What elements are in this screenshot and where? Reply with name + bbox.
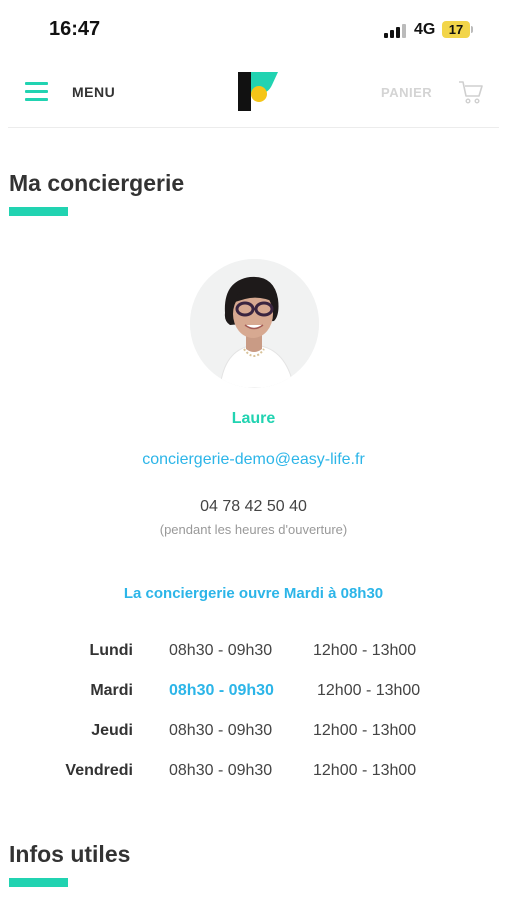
menu-label[interactable]: MENU [72, 84, 115, 100]
infos-underline [9, 878, 68, 887]
section-title-infos: Infos utiles [9, 841, 131, 867]
schedule-day: Jeudi [91, 722, 133, 739]
schedule-afternoon-slot: 12h00 - 13h00 [313, 722, 417, 739]
battery-tip [471, 26, 473, 33]
concierge-avatar [190, 259, 319, 388]
concierge-phone[interactable]: 04 78 42 50 40 [0, 498, 507, 516]
schedule-day: Mardi [90, 682, 133, 699]
schedule-afternoon-slot: 12h00 - 13h00 [317, 682, 421, 699]
schedule-morning-slot: 08h30 - 09h30 [169, 762, 273, 779]
title-underline [9, 207, 68, 216]
schedule-morning-slot: 08h30 - 09h30 [169, 722, 273, 739]
status-time: 16:47 [49, 18, 101, 40]
schedule-morning-slot-highlighted: 08h30 - 09h30 [169, 682, 274, 699]
concierge-name: Laure [231, 410, 276, 427]
header-divider [8, 127, 499, 128]
network-type: 4G [414, 21, 436, 38]
shopping-cart-icon[interactable] [458, 79, 484, 105]
battery-icon: 17 [442, 21, 470, 38]
brand-logo[interactable] [238, 72, 280, 114]
phone-hours-note: (pendant les heures d'ouverture) [159, 522, 348, 537]
page-title: Ma conciergerie [9, 170, 185, 196]
schedule-day: Vendredi [65, 762, 133, 779]
schedule-day: Lundi [89, 642, 133, 659]
concierge-email-link[interactable]: conciergerie-demo@easy-life.fr [0, 451, 507, 469]
cart-label[interactable]: PANIER [381, 85, 432, 100]
hamburger-icon[interactable] [25, 80, 48, 102]
signal-icon [384, 24, 408, 38]
schedule-afternoon-slot: 12h00 - 13h00 [313, 642, 417, 659]
schedule-afternoon-slot: 12h00 - 13h00 [313, 762, 417, 779]
opening-message: La conciergerie ouvre Mardi à 08h30 [123, 585, 384, 602]
schedule-morning-slot: 08h30 - 09h30 [169, 642, 273, 659]
